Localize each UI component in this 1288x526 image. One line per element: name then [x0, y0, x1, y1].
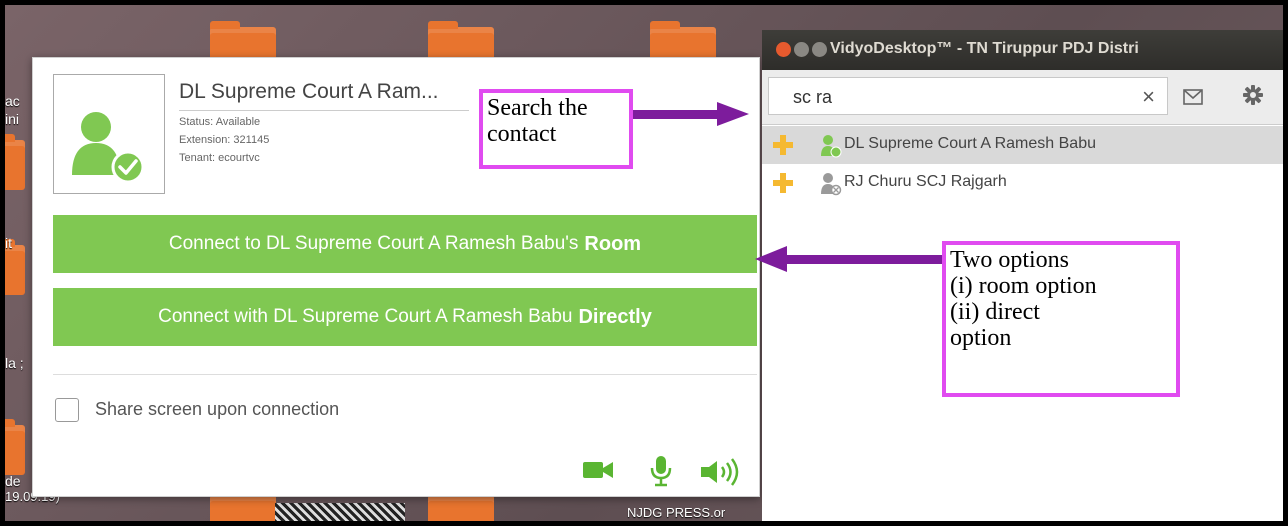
- right-arrow-icon: [627, 102, 749, 126]
- screenshot-frame: ac ini it la ; de 19.09.19) NJDG PRESS.o…: [5, 5, 1283, 521]
- options-annotation: Two options (i) room option (ii) direct …: [942, 241, 1180, 397]
- left-arrow-icon: [755, 246, 947, 272]
- search-annotation: Search the contact: [479, 89, 633, 169]
